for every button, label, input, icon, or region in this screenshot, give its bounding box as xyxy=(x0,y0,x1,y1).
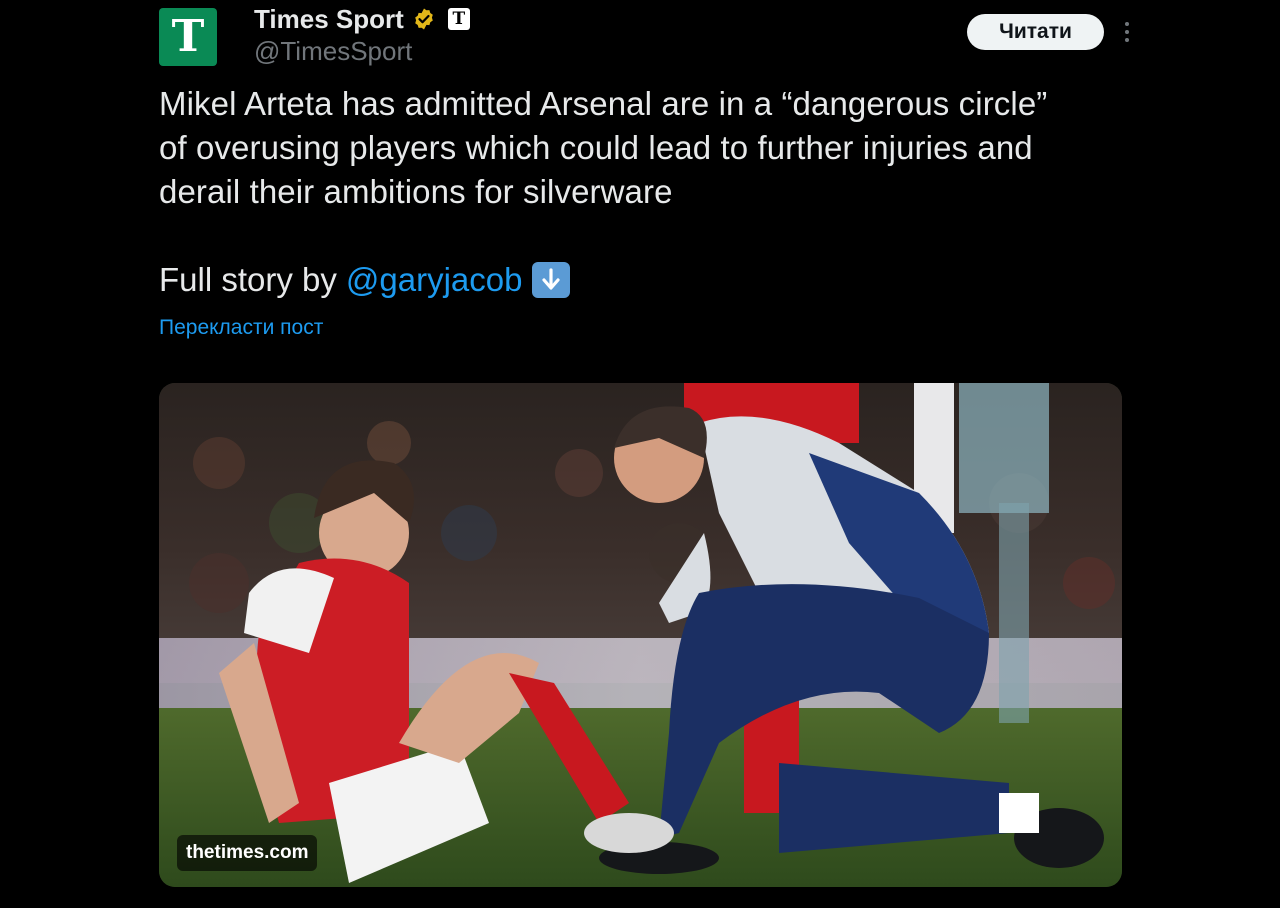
display-name[interactable]: Times Sport xyxy=(254,4,404,35)
down-arrow-icon xyxy=(532,262,571,298)
avatar-letter: T xyxy=(171,11,205,62)
more-options-icon[interactable] xyxy=(1117,20,1137,44)
media-watermark: thetimes.com xyxy=(177,835,318,871)
tweet-text: Mikel Arteta has admitted Arsenal are in… xyxy=(159,82,1139,214)
follow-button[interactable]: Читати xyxy=(967,14,1104,50)
verified-badge-icon xyxy=(412,7,436,31)
affiliate-badge-icon[interactable]: T xyxy=(447,8,470,30)
tweet-text-line: derail their ambitions for silverware xyxy=(159,173,673,210)
full-story-line: Full story by @garyjacob xyxy=(159,258,571,302)
author-handle[interactable]: @TimesSport xyxy=(254,36,412,67)
tweet-text-line: Mikel Arteta has admitted Arsenal are in… xyxy=(159,85,1048,122)
tweet-text-line: of overusing players which could lead to… xyxy=(159,129,1033,166)
tweet-card: T Times Sport T @TimesSport Читати Mikel… xyxy=(0,0,1280,908)
mention-link[interactable]: @garyjacob xyxy=(346,258,523,302)
avatar[interactable]: T xyxy=(159,8,217,66)
author-name-row: Times Sport T xyxy=(254,4,470,34)
tweet-photo[interactable] xyxy=(159,383,1122,887)
affiliate-letter: T xyxy=(452,8,466,29)
story-prefix: Full story by xyxy=(159,261,337,298)
football-injury-photo-icon xyxy=(159,383,1122,887)
translate-post-link[interactable]: Перекласти пост xyxy=(159,316,323,340)
